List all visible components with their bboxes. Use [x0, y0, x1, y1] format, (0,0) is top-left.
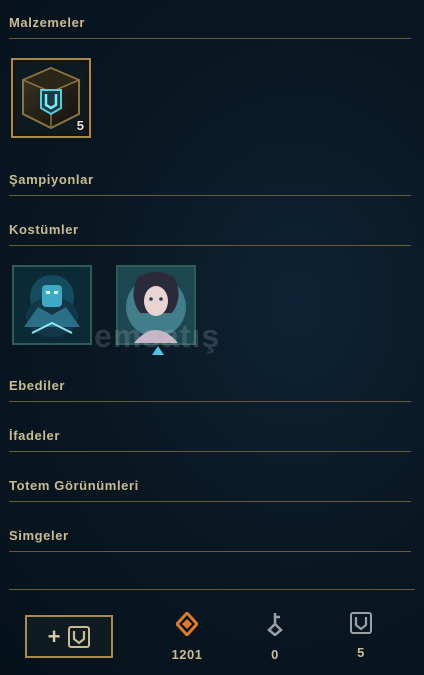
section-title-champions: Şampiyonlar — [9, 172, 411, 196]
section-eternals[interactable]: Ebediler — [9, 378, 411, 402]
hextech-chest-tile[interactable]: 5 — [11, 58, 91, 138]
watermark: emsatış — [94, 318, 221, 354]
chest-count: 5 — [76, 118, 84, 133]
skin-tile-1[interactable] — [12, 265, 92, 345]
key-fragment-icon — [267, 613, 283, 637]
section-title-emotes: İfadeler — [9, 428, 411, 452]
section-title-skins: Kostümler — [9, 222, 411, 246]
orange-essence-amount: 1201 — [171, 647, 203, 662]
section-title-icons: Simgeler — [9, 528, 411, 552]
key-fragment-counter: 0 — [245, 612, 305, 662]
section-icons[interactable]: Simgeler — [9, 528, 411, 552]
chest-small-icon — [350, 612, 372, 634]
section-materials: Malzemeler — [9, 15, 411, 39]
section-title-ward-skins: Totem Görünümleri — [9, 478, 411, 502]
section-emotes[interactable]: İfadeler — [9, 428, 411, 452]
skin-art-armored-icon — [14, 267, 90, 343]
chest-counter: 5 — [331, 612, 391, 660]
section-title-eternals: Ebediler — [9, 378, 411, 402]
orange-essence-icon — [174, 610, 200, 638]
craft-key-button[interactable]: + — [25, 615, 113, 658]
section-ward-skins[interactable]: Totem Görünümleri — [9, 478, 411, 502]
section-champions[interactable]: Şampiyonlar — [9, 172, 411, 196]
key-fragment-amount: 0 — [271, 647, 279, 662]
footer-divider — [9, 589, 415, 590]
key-chest-icon — [68, 625, 91, 648]
chest-amount: 5 — [357, 645, 365, 660]
section-skins[interactable]: Kostümler — [9, 222, 411, 246]
section-title-materials: Malzemeler — [9, 15, 411, 39]
orange-essence-counter: 1201 — [157, 610, 217, 662]
plus-label: + — [47, 623, 61, 649]
